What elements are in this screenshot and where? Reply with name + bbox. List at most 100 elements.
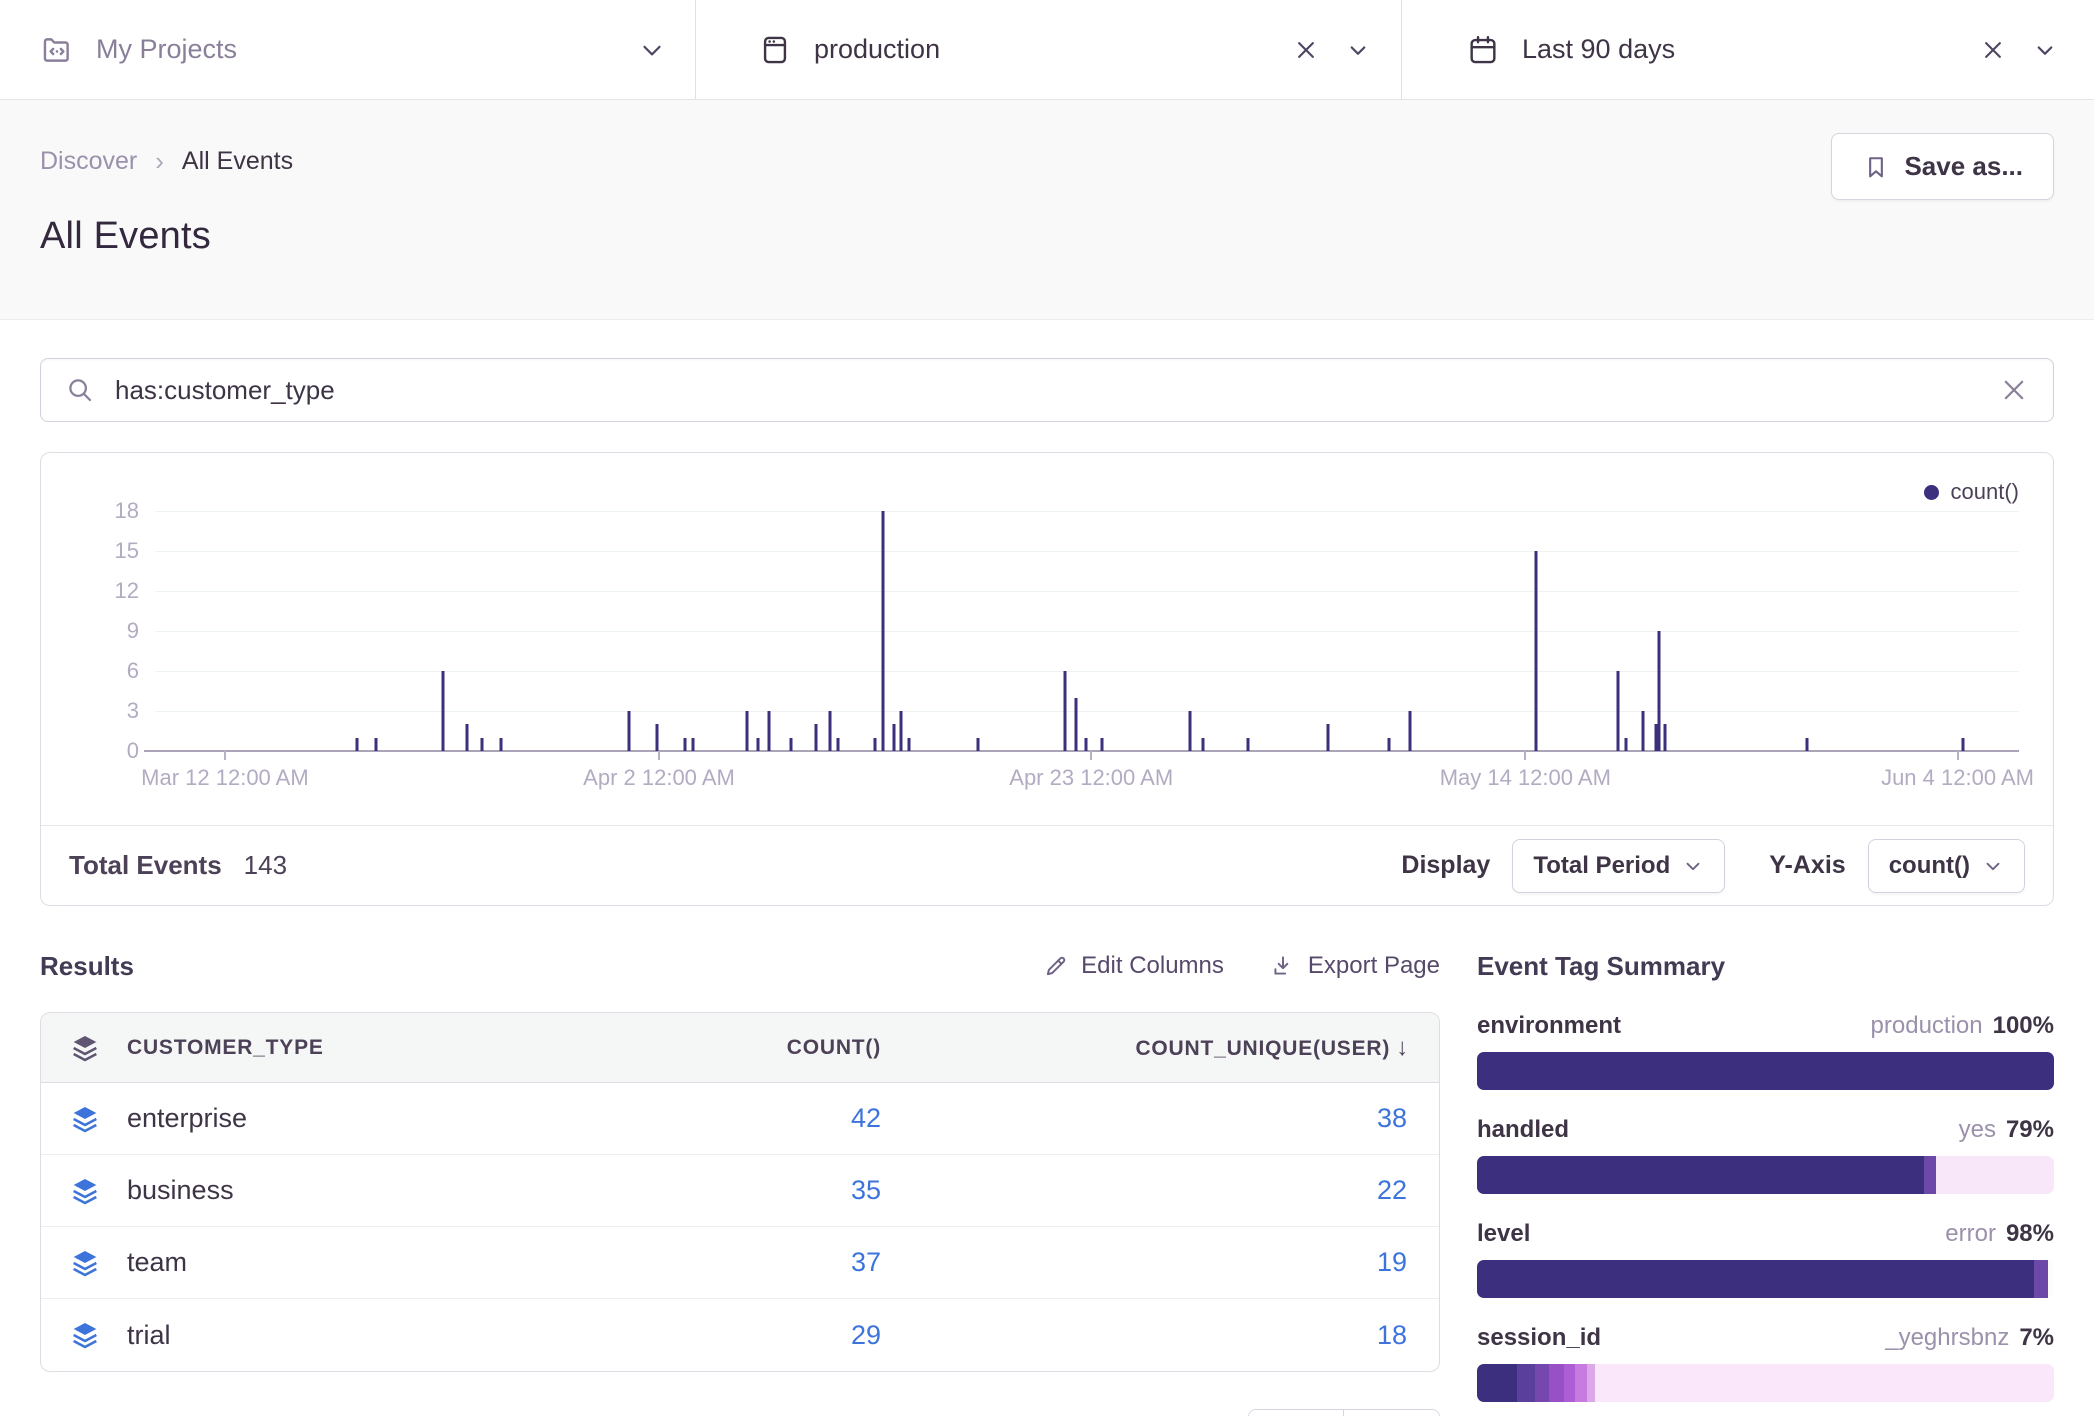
tag-summary-heading: Event Tag Summary <box>1477 946 2054 986</box>
tag-bar-segment <box>1564 1364 1576 1402</box>
chart-bar <box>466 724 469 751</box>
chart-bar <box>1617 671 1620 751</box>
tag-distribution-bar[interactable] <box>1477 1156 2054 1194</box>
tag-name: environment <box>1477 1012 1871 1040</box>
chart-bar <box>1101 738 1104 751</box>
search-input[interactable]: has:customer_type <box>115 375 1999 406</box>
tag-distribution-bar[interactable] <box>1477 1260 2054 1298</box>
chart-bar <box>1084 738 1087 751</box>
legend-label: count() <box>1951 479 2019 505</box>
chart-bar <box>1641 711 1644 751</box>
count-unique-value[interactable]: 18 <box>885 1320 1439 1351</box>
chart-bar <box>1664 724 1667 751</box>
window-icon <box>758 33 792 67</box>
chart-bar <box>1805 738 1808 751</box>
results-table-body: enterprise4238business3522team3719trial2… <box>41 1083 1439 1371</box>
chart-bar <box>1658 631 1661 751</box>
chart-bar <box>1535 551 1538 751</box>
chart-bar <box>656 724 659 751</box>
customer-type-value: trial <box>127 1320 171 1351</box>
y-tick-label: 12 <box>115 578 139 604</box>
tag-bar-segment <box>1477 1260 2034 1298</box>
chart-bar <box>900 711 903 751</box>
chevron-down-icon[interactable] <box>2030 35 2060 65</box>
count-value[interactable]: 42 <box>561 1103 885 1134</box>
tag-header: session_id_yeghrsbnz7% <box>1477 1324 2054 1352</box>
chart-bar <box>628 711 631 751</box>
stack-icon <box>69 1103 101 1135</box>
chevron-down-icon[interactable] <box>1343 35 1373 65</box>
date-range-selector[interactable]: Last 90 days <box>1402 0 2094 99</box>
table-row[interactable]: business3522 <box>41 1155 1439 1227</box>
edit-columns-button[interactable]: Edit Columns <box>1043 952 1224 980</box>
sort-desc-icon: ↓ <box>1396 1034 1409 1061</box>
chart-bar <box>814 724 817 751</box>
tag-distribution-bar[interactable] <box>1477 1052 2054 1090</box>
project-selector-label: My Projects <box>96 34 615 65</box>
tag-top-value: _yeghrsbnz <box>1885 1324 2009 1352</box>
total-events-label: Total Events <box>69 850 222 881</box>
global-filter-bar: My Projects production Last 90 days <box>0 0 2094 100</box>
column-header-customer-type[interactable]: CUSTOMER_TYPE <box>127 1036 324 1060</box>
next-page-button[interactable] <box>1344 1410 1439 1416</box>
save-as-button[interactable]: Save as... <box>1831 133 2054 200</box>
export-page-button[interactable]: Export Page <box>1270 952 1440 980</box>
tag-top-value: yes <box>1959 1116 1996 1144</box>
search-bar[interactable]: has:customer_type <box>40 358 2054 422</box>
display-select[interactable]: Total Period <box>1512 839 1725 893</box>
export-page-label: Export Page <box>1308 952 1440 980</box>
chart-bar <box>881 511 884 751</box>
chart-bar <box>1962 738 1965 751</box>
y-tick-label: 3 <box>127 698 139 724</box>
column-header-count[interactable]: COUNT() <box>561 1036 885 1060</box>
tag-header: levelerror98% <box>1477 1220 2054 1248</box>
count-value[interactable]: 37 <box>561 1247 885 1278</box>
table-row[interactable]: trial 2918 <box>41 1299 1439 1371</box>
count-unique-value[interactable]: 19 <box>885 1247 1439 1278</box>
y-tick-label: 15 <box>115 538 139 564</box>
x-tick-mark <box>224 751 226 760</box>
chart-bar <box>691 738 694 751</box>
clear-date-icon[interactable] <box>1978 35 2008 65</box>
table-row[interactable]: enterprise4238 <box>41 1083 1439 1155</box>
count-unique-value[interactable]: 38 <box>885 1103 1439 1134</box>
display-label: Display <box>1401 851 1490 880</box>
customer-type-cell: trial <box>41 1319 561 1351</box>
gridline <box>156 511 2019 512</box>
page-header: Discover › All Events Save as... All Eve… <box>0 100 2094 320</box>
tag-row: environmentproduction100% <box>1477 1012 2054 1090</box>
clear-search-icon[interactable] <box>1999 375 2029 405</box>
environment-selector[interactable]: production <box>695 0 1402 99</box>
breadcrumb-discover-link[interactable]: Discover <box>40 147 137 176</box>
chart-legend[interactable]: count() <box>1924 479 2019 505</box>
chart-bar <box>1408 711 1411 751</box>
chart-bar <box>1388 738 1391 751</box>
clear-environment-icon[interactable] <box>1291 35 1321 65</box>
chart-bar <box>1075 698 1078 751</box>
column-header-count-unique[interactable]: COUNT_UNIQUE(USER)↓ <box>885 1034 1439 1062</box>
stack-icon <box>69 1175 101 1207</box>
tag-header: handledyes79% <box>1477 1116 2054 1144</box>
tag-distribution-bar[interactable] <box>1477 1364 2054 1402</box>
page-title: All Events <box>40 215 2054 258</box>
events-chart: count() 0369121518 Mar 12 12:00 AMApr 2 … <box>41 453 2053 825</box>
count-value[interactable]: 29 <box>561 1320 885 1351</box>
total-events-value: 143 <box>244 850 287 881</box>
y-tick-label: 6 <box>127 658 139 684</box>
customer-type-cell: business <box>41 1175 561 1207</box>
yaxis-label: Y-Axis <box>1769 851 1845 880</box>
stack-icon <box>69 1319 101 1351</box>
yaxis-select[interactable]: count() <box>1868 839 2025 893</box>
chevron-down-icon[interactable] <box>637 35 667 65</box>
table-row[interactable]: team3719 <box>41 1227 1439 1299</box>
chart-plot-area[interactable] <box>156 511 2019 751</box>
tag-rows: environmentproduction100% handledyes79% le… <box>1477 1012 2054 1416</box>
tag-percent: 98% <box>2006 1220 2054 1248</box>
tag-bar-segment <box>1587 1364 1596 1402</box>
tag-bar-segment <box>1477 1364 1517 1402</box>
count-unique-value[interactable]: 22 <box>885 1175 1439 1206</box>
project-selector[interactable]: My Projects <box>0 0 695 99</box>
previous-page-button[interactable] <box>1249 1410 1344 1416</box>
breadcrumb: Discover › All Events <box>40 146 2054 177</box>
count-value[interactable]: 35 <box>561 1175 885 1206</box>
